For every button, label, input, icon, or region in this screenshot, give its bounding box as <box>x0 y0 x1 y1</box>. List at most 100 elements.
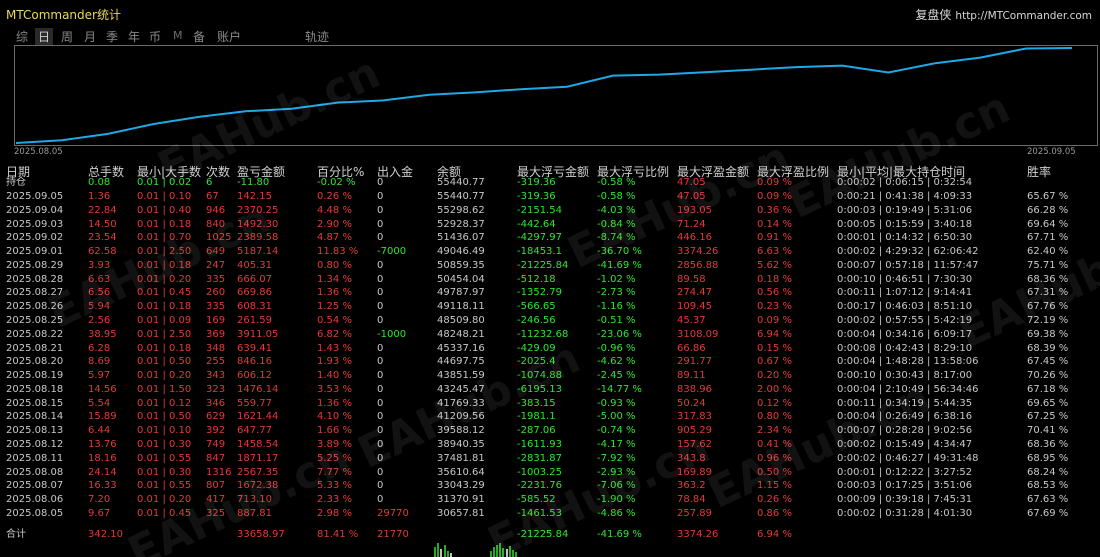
cell-count: 749 <box>206 439 226 451</box>
open-positions-row[interactable]: 持仓 0.08 0.01 | 0.02 6 -11.80 -0.02 % 0 55440.77… <box>0 176 1100 189</box>
table-row[interactable]: 2025.08.29 3.93 0.01 | 0.18 247 405.31 0.80 %… <box>0 259 1100 272</box>
tab-4[interactable]: 季 <box>106 28 118 45</box>
tab-0[interactable]: 综 <box>16 28 28 45</box>
table-row[interactable]: 2025.08.28 6.63 0.01 | 0.20 335 666.07 1.34 %… <box>0 273 1100 286</box>
cell-count: 629 <box>206 411 226 423</box>
table-row[interactable]: 2025.08.26 5.94 0.01 | 0.18 335 608.31 1.25 %… <box>0 300 1100 313</box>
cell-maxfppct: 0.50 % <box>757 466 792 478</box>
cell-balance: 51436.07 <box>437 232 485 244</box>
cell-maxfppct: 0.91 % <box>757 232 792 244</box>
cell-maxdd: -2831.87 <box>517 452 562 464</box>
cell-count: 369 <box>206 328 226 340</box>
brand-name: 复盘侠 <box>915 8 952 22</box>
cell-lots: 15.89 <box>88 411 117 423</box>
cell-pnl: 713.10 <box>237 494 272 506</box>
cell-pnl: 1492.30 <box>237 218 279 230</box>
cell-maxfp: 274.47 <box>677 287 712 299</box>
table-row[interactable]: 2025.08.07 16.33 0.01 | 0.55 807 1672.38 5.33… <box>0 479 1100 492</box>
cell-date: 2025.08.22 <box>6 328 64 340</box>
cell-balance: 49046.49 <box>437 246 485 258</box>
cell-count: 1316 <box>206 466 232 478</box>
cell-count: 348 <box>206 342 226 354</box>
tab-7[interactable]: M <box>173 29 183 42</box>
table-row[interactable]: 2025.08.22 38.95 0.01 | 2.50 369 3911.05 6.82… <box>0 328 1100 341</box>
cell-pnl: 142.15 <box>237 191 272 202</box>
tab-5[interactable]: 年 <box>128 28 140 45</box>
table-row[interactable]: 2025.09.03 14.50 0.01 | 0.18 840 1492.30 2.90… <box>0 218 1100 231</box>
table-row[interactable]: 2025.08.15 5.54 0.01 | 0.12 346 559.77 1.36 %… <box>0 397 1100 410</box>
table-row[interactable]: 2025.08.21 6.28 0.01 | 0.18 348 639.41 1.43 %… <box>0 342 1100 355</box>
cell-maxddpct: -0.74 % <box>597 425 636 437</box>
tab-9[interactable]: 账户 <box>217 28 241 45</box>
cell-pct: 1.36 % <box>317 287 352 299</box>
tab-1[interactable]: 日 <box>35 28 54 45</box>
cell-minmax: 0.01 | 0.70 <box>137 232 192 244</box>
cell-io: 0 <box>377 218 384 230</box>
table-row[interactable]: 2025.09.01 62.58 0.01 | 2.50 649 5187.14 11.8… <box>0 245 1100 258</box>
cell-date: 2025.09.01 <box>6 246 64 258</box>
cell-io: 0 <box>377 191 384 202</box>
cell-minmax: 0.01 | 0.18 <box>137 218 192 230</box>
tab-10[interactable]: 轨迹 <box>305 28 329 45</box>
table-row[interactable]: 2025.09.05 1.36 0.01 | 0.10 67 142.15 0.26 % 0… <box>0 190 1100 203</box>
table-row[interactable]: 2025.08.12 13.76 0.01 | 0.30 749 1458.54 3.89… <box>0 438 1100 451</box>
cell-lots: 1.36 <box>88 191 111 202</box>
cell-balance: 30657.81 <box>437 507 485 519</box>
table-row[interactable]: 2025.08.05 9.67 0.01 | 0.45 325 887.81 2.98 %… <box>0 507 1100 520</box>
cell-pct: 5.33 % <box>317 480 352 492</box>
cell-pct: 4.10 % <box>317 411 352 423</box>
cell-minmax: 0.01 | 0.20 <box>137 273 192 285</box>
cell-maxfppct: 5.62 % <box>757 259 792 271</box>
table-row[interactable]: 2025.09.02 23.54 0.01 | 0.70 1025 2389.58 4.8… <box>0 231 1100 244</box>
cell-maxdd: -1981.1 <box>517 411 556 423</box>
cell-count: 946 <box>206 204 226 216</box>
cell-maxddpct: -14.77 % <box>597 383 642 395</box>
tab-bar: 综日周月季年币 M 备账户 轨迹 <box>0 26 1100 46</box>
cell-pnl: 647.77 <box>237 425 272 437</box>
cell-maxfp: 45.37 <box>677 315 706 327</box>
cell-maxdd: -21225.84 <box>517 529 569 540</box>
table-row[interactable]: 2025.08.19 5.97 0.01 | 0.20 343 606.12 1.40 %… <box>0 369 1100 382</box>
cell-maxfp: 66.86 <box>677 342 706 354</box>
cell-date: 2025.08.08 <box>6 466 64 478</box>
brand-url[interactable]: http://MTCommander.com <box>955 10 1092 22</box>
table-row[interactable]: 2025.08.06 7.20 0.01 | 0.20 417 713.10 2.33 %… <box>0 493 1100 506</box>
cell-hold: 0:00:05 | 0:15:59 | 3:40:18 <box>837 218 973 230</box>
cell-pct: 1.34 % <box>317 273 352 285</box>
cell-count: 325 <box>206 507 226 519</box>
cell-minmax: 0.01 | 0.30 <box>137 439 192 451</box>
cell-maxfp: 47.05 <box>677 177 706 188</box>
total-row[interactable]: 合计 342.10 33658.97 81.41 % 21770 -21225.84 -41… <box>0 528 1100 541</box>
brand[interactable]: 复盘侠 http://MTCommander.com <box>915 6 1092 23</box>
cell-win: 67.25 % <box>1027 411 1069 423</box>
cell-maxdd: -1003.25 <box>517 466 562 478</box>
cell-maxfp: 291.77 <box>677 356 712 368</box>
table-row[interactable]: 2025.08.25 2.56 0.01 | 0.09 169 261.59 0.54 %… <box>0 314 1100 327</box>
cell-lots: 24.14 <box>88 466 117 478</box>
cell-balance: 55440.77 <box>437 177 485 188</box>
tab-2[interactable]: 周 <box>61 28 73 45</box>
tab-6[interactable]: 币 <box>149 28 161 45</box>
cell-hold: 0:00:08 | 0:42:43 | 8:29:10 <box>837 342 973 354</box>
cell-maxdd: -1352.79 <box>517 287 562 299</box>
table-row[interactable]: 2025.08.27 6.56 0.01 | 0.45 260 669.86 1.36 %… <box>0 286 1100 299</box>
table-row[interactable]: 2025.08.14 15.89 0.01 | 0.50 629 1621.44 4.10… <box>0 410 1100 423</box>
table-row[interactable]: 2025.08.18 14.56 0.01 | 1.50 323 1476.14 3.53… <box>0 383 1100 396</box>
cell-maxddpct: -4.86 % <box>597 507 636 519</box>
tab-3[interactable]: 月 <box>84 28 96 45</box>
cell-count: 260 <box>206 287 226 299</box>
tab-8[interactable]: 备 <box>193 28 205 45</box>
cell-maxfppct: 0.67 % <box>757 356 792 368</box>
table-row[interactable]: 2025.09.04 22.84 0.01 | 0.40 946 2370.25 4.48… <box>0 204 1100 217</box>
cell-maxdd: -383.15 <box>517 397 556 409</box>
cell-maxddpct: -5.00 % <box>597 411 636 423</box>
cell-maxfp: 157.62 <box>677 439 712 451</box>
table-row[interactable]: 2025.08.20 8.69 0.01 | 0.50 255 846.16 1.93 %… <box>0 355 1100 368</box>
cell-maxdd: -1461.53 <box>517 507 562 519</box>
cell-win: 75.71 % <box>1027 259 1069 271</box>
table-row[interactable]: 2025.08.08 24.14 0.01 | 0.30 1316 2567.35 7.7… <box>0 466 1100 479</box>
table-row[interactable]: 2025.08.11 18.16 0.01 | 0.55 847 1871.17 5.25… <box>0 452 1100 465</box>
cell-lots: 5.54 <box>88 397 111 409</box>
cell-pnl: -11.80 <box>237 177 270 188</box>
table-row[interactable]: 2025.08.13 6.44 0.01 | 0.10 392 647.77 1.66 %… <box>0 424 1100 437</box>
